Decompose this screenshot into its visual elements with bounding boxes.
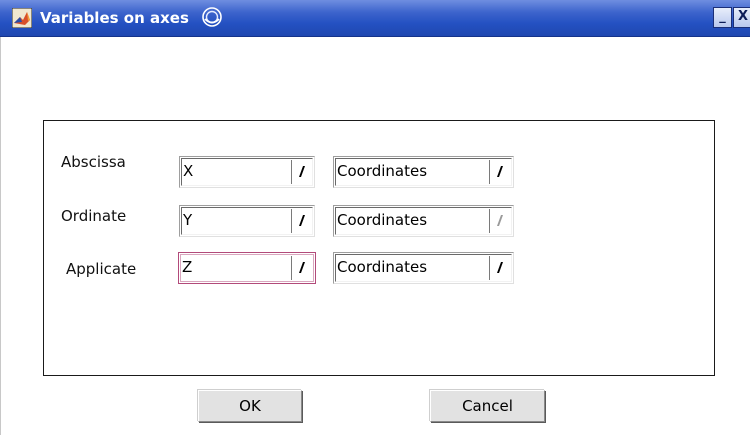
window-title: Variables on axes: [40, 9, 189, 27]
select-field: [181, 207, 313, 235]
dropdown-arrow-icon[interactable]: [296, 260, 308, 274]
select-value: X: [183, 162, 194, 180]
select-value: Coordinates: [337, 162, 428, 180]
title-bar[interactable]: Variables on axes _ X: [0, 0, 750, 37]
dropdown-arrow-icon[interactable]: [494, 260, 506, 274]
axes-panel: Abscissa X Coordinates Ordinate Y Coordi…: [43, 120, 715, 376]
ordinate-variable-select[interactable]: Y: [179, 205, 315, 237]
select-divider: [291, 256, 292, 280]
dropdown-arrow-icon[interactable]: [494, 213, 506, 227]
ordinate-type-select[interactable]: Coordinates: [333, 205, 514, 237]
select-field: [181, 158, 313, 186]
select-value: Coordinates: [337, 258, 428, 276]
ok-button[interactable]: OK: [198, 390, 302, 422]
applicate-type-select[interactable]: Coordinates: [333, 252, 514, 284]
dropdown-arrow-icon[interactable]: [494, 164, 506, 178]
dropdown-arrow-icon[interactable]: [296, 164, 308, 178]
select-value: Z: [182, 258, 193, 276]
applicate-label: Applicate: [66, 260, 137, 278]
ordinate-label: Ordinate: [61, 207, 127, 225]
select-divider: [291, 209, 292, 233]
close-button[interactable]: X: [733, 7, 750, 28]
variables-on-axes-dialog: Variables on axes _ X Abscissa X Coordin…: [0, 0, 750, 435]
select-divider: [489, 209, 490, 233]
select-divider: [489, 160, 490, 184]
dropdown-arrow-icon[interactable]: [296, 213, 308, 227]
applicate-variable-select[interactable]: Z: [178, 252, 316, 284]
select-value: Coordinates: [337, 211, 428, 229]
select-divider: [489, 256, 490, 280]
matlab-logo-icon[interactable]: [12, 8, 32, 28]
abscissa-type-select[interactable]: Coordinates: [333, 156, 514, 188]
select-field: [180, 254, 314, 282]
roll-up-swirl-icon[interactable]: [201, 6, 223, 28]
cancel-button[interactable]: Cancel: [430, 390, 545, 422]
select-divider: [291, 160, 292, 184]
window-border: [0, 37, 1, 435]
abscissa-variable-select[interactable]: X: [179, 156, 315, 188]
select-value: Y: [183, 211, 193, 229]
minimize-button[interactable]: _: [713, 7, 732, 28]
abscissa-label: Abscissa: [61, 153, 126, 171]
